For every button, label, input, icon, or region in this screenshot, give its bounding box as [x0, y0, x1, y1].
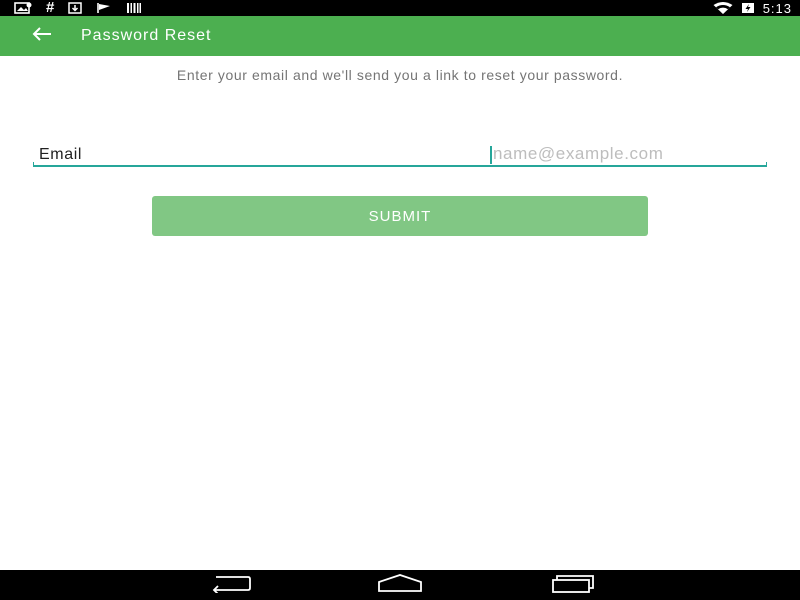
- submit-button[interactable]: SUBMIT: [152, 196, 648, 236]
- instructions-text: Enter your email and we'll send you a li…: [176, 67, 624, 83]
- notification-icons: #: [14, 0, 142, 16]
- battery-charging-icon: [741, 1, 755, 15]
- password-reset-screen: # 5:13 Password Reset Enter your email a…: [0, 0, 800, 600]
- nav-home-button[interactable]: [372, 573, 428, 597]
- clock: 5:13: [762, 0, 792, 16]
- email-label: Email: [39, 146, 83, 163]
- arrow-back-icon: [32, 26, 52, 47]
- navigation-bar: [0, 570, 800, 600]
- nav-recents-button[interactable]: [545, 573, 601, 597]
- system-status: 5:13: [713, 0, 792, 16]
- recents-icon: [549, 573, 597, 598]
- home-icon: [375, 573, 425, 598]
- email-underline: [33, 162, 767, 167]
- back-button[interactable]: [30, 24, 54, 48]
- wifi-icon: [713, 1, 733, 15]
- email-input[interactable]: [491, 143, 763, 165]
- hash-icon: #: [46, 0, 55, 16]
- back-icon: [206, 573, 252, 598]
- app-toolbar: Password Reset: [0, 16, 800, 56]
- photo-map-icon: [14, 1, 32, 15]
- nav-back-button[interactable]: [201, 573, 257, 597]
- flag-icon: [96, 1, 112, 15]
- page-title: Password Reset: [81, 27, 212, 44]
- barcode-icon: [126, 1, 142, 15]
- status-bar: # 5:13: [0, 0, 800, 16]
- download-icon: [68, 1, 83, 15]
- email-field-row: Email: [33, 143, 767, 167]
